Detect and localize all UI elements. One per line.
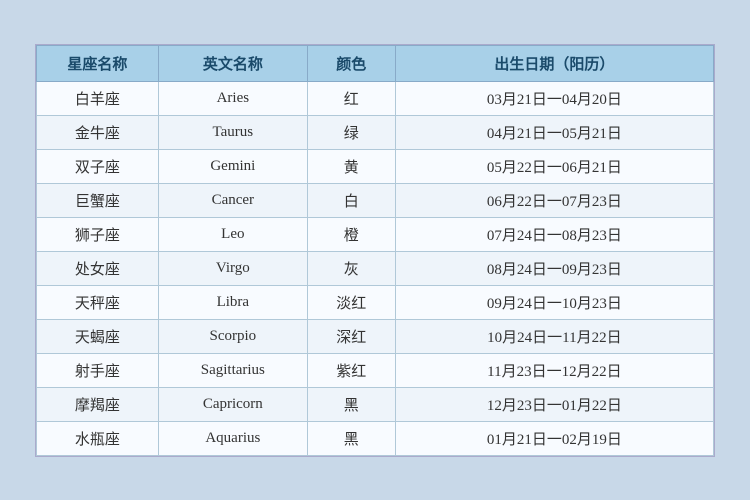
cell-color: 灰 — [307, 251, 395, 285]
cell-color: 淡红 — [307, 285, 395, 319]
table-row: 射手座Sagittarius紫红11月23日一12月22日 — [37, 353, 714, 387]
cell-date: 10月24日一11月22日 — [395, 319, 713, 353]
table-row: 摩羯座Capricorn黑12月23日一01月22日 — [37, 387, 714, 421]
cell-color: 紫红 — [307, 353, 395, 387]
cell-english: Libra — [158, 285, 307, 319]
cell-color: 红 — [307, 81, 395, 115]
cell-date: 07月24日一08月23日 — [395, 217, 713, 251]
cell-color: 黑 — [307, 387, 395, 421]
table-header: 星座名称 英文名称 颜色 出生日期（阳历） — [37, 45, 714, 81]
cell-chinese: 金牛座 — [37, 115, 159, 149]
cell-date: 12月23日一01月22日 — [395, 387, 713, 421]
cell-color: 深红 — [307, 319, 395, 353]
cell-color: 绿 — [307, 115, 395, 149]
cell-english: Leo — [158, 217, 307, 251]
cell-chinese: 摩羯座 — [37, 387, 159, 421]
cell-chinese: 处女座 — [37, 251, 159, 285]
table-row: 巨蟹座Cancer白06月22日一07月23日 — [37, 183, 714, 217]
header-color: 颜色 — [307, 45, 395, 81]
cell-chinese: 狮子座 — [37, 217, 159, 251]
cell-date: 03月21日一04月20日 — [395, 81, 713, 115]
table-row: 水瓶座Aquarius黑01月21日一02月19日 — [37, 421, 714, 455]
table-row: 天秤座Libra淡红09月24日一10月23日 — [37, 285, 714, 319]
header-english-name: 英文名称 — [158, 45, 307, 81]
cell-date: 04月21日一05月21日 — [395, 115, 713, 149]
cell-date: 05月22日一06月21日 — [395, 149, 713, 183]
cell-chinese: 水瓶座 — [37, 421, 159, 455]
header-chinese-name: 星座名称 — [37, 45, 159, 81]
zodiac-table: 星座名称 英文名称 颜色 出生日期（阳历） 白羊座Aries红03月21日一04… — [36, 45, 714, 456]
table-row: 天蝎座Scorpio深红10月24日一11月22日 — [37, 319, 714, 353]
cell-english: Aquarius — [158, 421, 307, 455]
cell-english: Cancer — [158, 183, 307, 217]
cell-english: Capricorn — [158, 387, 307, 421]
cell-date: 11月23日一12月22日 — [395, 353, 713, 387]
cell-color: 白 — [307, 183, 395, 217]
cell-chinese: 白羊座 — [37, 81, 159, 115]
table-row: 狮子座Leo橙07月24日一08月23日 — [37, 217, 714, 251]
cell-date: 09月24日一10月23日 — [395, 285, 713, 319]
table-row: 处女座Virgo灰08月24日一09月23日 — [37, 251, 714, 285]
cell-color: 橙 — [307, 217, 395, 251]
cell-chinese: 双子座 — [37, 149, 159, 183]
cell-english: Taurus — [158, 115, 307, 149]
cell-english: Aries — [158, 81, 307, 115]
cell-english: Virgo — [158, 251, 307, 285]
zodiac-table-container: 星座名称 英文名称 颜色 出生日期（阳历） 白羊座Aries红03月21日一04… — [35, 44, 715, 457]
table-body: 白羊座Aries红03月21日一04月20日金牛座Taurus绿04月21日一0… — [37, 81, 714, 455]
table-row: 金牛座Taurus绿04月21日一05月21日 — [37, 115, 714, 149]
cell-chinese: 天蝎座 — [37, 319, 159, 353]
table-row: 双子座Gemini黄05月22日一06月21日 — [37, 149, 714, 183]
cell-chinese: 天秤座 — [37, 285, 159, 319]
cell-color: 黄 — [307, 149, 395, 183]
header-row: 星座名称 英文名称 颜色 出生日期（阳历） — [37, 45, 714, 81]
cell-english: Sagittarius — [158, 353, 307, 387]
cell-date: 08月24日一09月23日 — [395, 251, 713, 285]
table-row: 白羊座Aries红03月21日一04月20日 — [37, 81, 714, 115]
cell-chinese: 巨蟹座 — [37, 183, 159, 217]
cell-english: Scorpio — [158, 319, 307, 353]
cell-date: 01月21日一02月19日 — [395, 421, 713, 455]
header-birth-date: 出生日期（阳历） — [395, 45, 713, 81]
cell-color: 黑 — [307, 421, 395, 455]
cell-date: 06月22日一07月23日 — [395, 183, 713, 217]
cell-english: Gemini — [158, 149, 307, 183]
cell-chinese: 射手座 — [37, 353, 159, 387]
